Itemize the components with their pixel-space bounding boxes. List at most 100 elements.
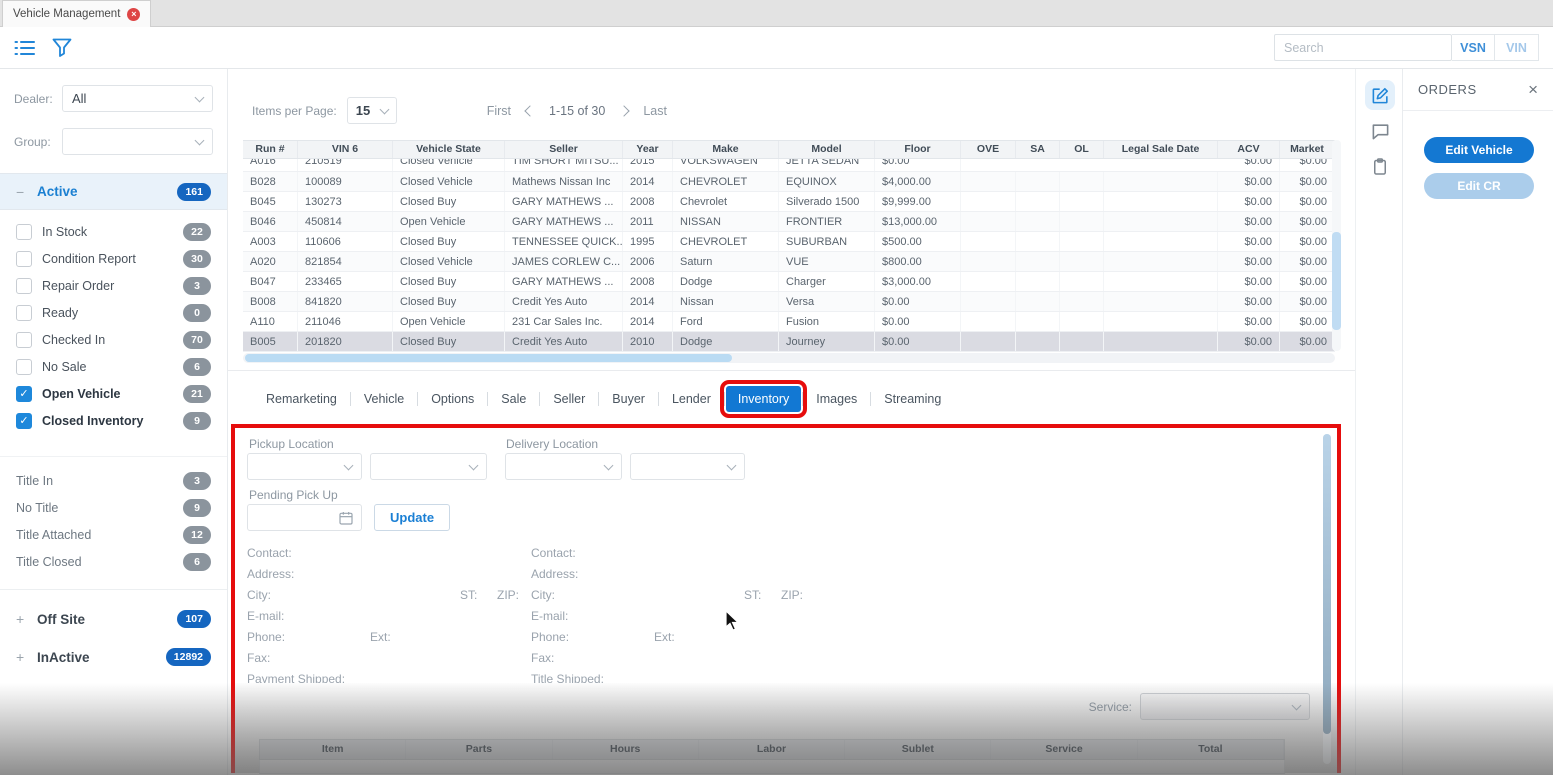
column-header-vehicle-state[interactable]: Vehicle State	[393, 141, 505, 158]
sidebar-item-ready[interactable]: Ready0	[0, 299, 227, 326]
delivery-location-select-2[interactable]	[630, 453, 745, 480]
close-icon[interactable]: ×	[1528, 81, 1538, 98]
chevron-right-icon[interactable]	[619, 105, 630, 116]
column-header-ove[interactable]: OVE	[961, 141, 1016, 158]
table-row[interactable]: A016210519Closed VehicleTIM SHORT MITSU.…	[243, 159, 1335, 172]
checkbox[interactable]: ✓	[16, 413, 32, 429]
table-row[interactable]: B045130273Closed BuyGARY MATHEWS ...2008…	[243, 192, 1335, 212]
scrollbar-thumb[interactable]	[1323, 434, 1331, 734]
sidebar-item-checked-in[interactable]: Checked In70	[0, 326, 227, 353]
filter-icon[interactable]	[52, 38, 72, 57]
sidebar-item-in-stock[interactable]: In Stock22	[0, 218, 227, 245]
search-input[interactable]	[1274, 34, 1452, 61]
tab-lender[interactable]: Lender	[660, 386, 723, 412]
checkbox[interactable]	[16, 251, 32, 267]
column-header-run[interactable]: Run #	[243, 141, 298, 158]
table-row[interactable]: B008841820Closed BuyCredit Yes Auto2014N…	[243, 292, 1335, 312]
tab-seller[interactable]: Seller	[541, 386, 597, 412]
update-button[interactable]: Update	[374, 504, 450, 531]
table-row[interactable]: A020821854Closed VehicleJAMES CORLEW C..…	[243, 252, 1335, 272]
pending-pickup-date-input[interactable]	[247, 504, 362, 531]
items-per-page-select[interactable]: 15	[347, 97, 397, 124]
browser-tab[interactable]: Vehicle Management ×	[2, 0, 151, 27]
table-cell	[1060, 212, 1104, 231]
checkbox[interactable]	[16, 332, 32, 348]
expand-icon[interactable]: +	[16, 649, 26, 665]
clipboard-icon[interactable]	[1365, 151, 1395, 181]
tab-images[interactable]: Images	[804, 386, 869, 412]
table-row[interactable]: B046450814Open VehicleGARY MATHEWS ...20…	[243, 212, 1335, 232]
tab-buyer[interactable]: Buyer	[600, 386, 657, 412]
scrollbar-thumb[interactable]	[1332, 232, 1341, 330]
delivery-location-select-1[interactable]	[505, 453, 622, 480]
chat-icon[interactable]	[1365, 116, 1395, 146]
edit-cr-button[interactable]: Edit CR	[1424, 173, 1534, 199]
list-view-icon[interactable]	[14, 39, 36, 57]
chevron-down-icon	[727, 460, 737, 470]
items-per-page-label: Items per Page:	[252, 104, 337, 118]
pagination-first[interactable]: First	[487, 104, 511, 118]
tab-close-icon[interactable]: ×	[127, 8, 140, 21]
scrollbar-thumb[interactable]	[245, 354, 732, 362]
table-row[interactable]: A110211046Open Vehicle231 Car Sales Inc.…	[243, 312, 1335, 332]
tab-streaming[interactable]: Streaming	[872, 386, 953, 412]
sidebar-item-title-closed[interactable]: Title Closed6	[0, 548, 227, 575]
table-cell: $0.00	[1280, 252, 1335, 271]
dealer-select[interactable]: All	[62, 85, 213, 112]
column-header-legal-sale-date[interactable]: Legal Sale Date	[1104, 141, 1218, 158]
checkbox[interactable]	[16, 359, 32, 375]
sidebar-item-closed-inventory[interactable]: ✓Closed Inventory9	[0, 407, 227, 434]
expand-icon[interactable]: +	[16, 611, 26, 627]
table-cell	[961, 272, 1016, 291]
table-row[interactable]: B005201820Closed BuyCredit Yes Auto2010D…	[243, 332, 1335, 352]
sidebar-item-open-vehicle[interactable]: ✓Open Vehicle21	[0, 380, 227, 407]
column-header-make[interactable]: Make	[673, 141, 779, 158]
edit-orders-icon[interactable]	[1365, 80, 1395, 110]
tab-remarketing[interactable]: Remarketing	[254, 386, 349, 412]
checkbox[interactable]	[16, 278, 32, 294]
service-select[interactable]	[1140, 693, 1310, 720]
column-header-acv[interactable]: ACV	[1218, 141, 1280, 158]
sidebar-item-title-attached[interactable]: Title Attached12	[0, 521, 227, 548]
count-badge: 9	[183, 412, 211, 430]
chevron-left-icon[interactable]	[524, 105, 535, 116]
column-header-floor[interactable]: Floor	[875, 141, 961, 158]
vin-button[interactable]: VIN	[1495, 35, 1538, 60]
table-horizontal-scrollbar[interactable]	[243, 353, 1335, 363]
sidebar-item-off-site[interactable]: +Off Site107	[0, 600, 227, 638]
column-header-sa[interactable]: SA	[1016, 141, 1060, 158]
sidebar-item-no-sale[interactable]: No Sale6	[0, 353, 227, 380]
table-row[interactable]: B047233465Closed BuyGARY MATHEWS ...2008…	[243, 272, 1335, 292]
sidebar-item-active[interactable]: − Active 161	[0, 173, 227, 210]
collapse-icon[interactable]: −	[16, 184, 26, 200]
tab-inventory[interactable]: Inventory	[726, 386, 801, 412]
panel-vertical-scrollbar[interactable]	[1323, 434, 1331, 764]
column-header-year[interactable]: Year	[623, 141, 673, 158]
sidebar-item-condition-report[interactable]: Condition Report30	[0, 245, 227, 272]
pagination-last[interactable]: Last	[643, 104, 667, 118]
sidebar-item-inactive[interactable]: +InActive12892	[0, 638, 227, 676]
table-vertical-scrollbar[interactable]	[1332, 140, 1341, 351]
column-header-ol[interactable]: OL	[1060, 141, 1104, 158]
checkbox[interactable]: ✓	[16, 386, 32, 402]
sidebar-item-title-in[interactable]: Title In3	[0, 467, 227, 494]
column-header-model[interactable]: Model	[779, 141, 875, 158]
vsn-button[interactable]: VSN	[1452, 35, 1495, 60]
tab-sale[interactable]: Sale	[489, 386, 538, 412]
pickup-location-select-1[interactable]	[247, 453, 362, 480]
tab-options[interactable]: Options	[419, 386, 486, 412]
pickup-location-select-2[interactable]	[370, 453, 487, 480]
table-row[interactable]: A003110606Closed BuyTENNESSEE QUICK...19…	[243, 232, 1335, 252]
sidebar-item-no-title[interactable]: No Title9	[0, 494, 227, 521]
column-header-market[interactable]: Market	[1280, 141, 1335, 158]
work-column-header-sublet: Sublet	[845, 740, 991, 759]
column-header-seller[interactable]: Seller	[505, 141, 623, 158]
tab-vehicle[interactable]: Vehicle	[352, 386, 416, 412]
checkbox[interactable]	[16, 305, 32, 321]
column-header-vin-6[interactable]: VIN 6	[298, 141, 393, 158]
table-row[interactable]: B028100089Closed VehicleMathews Nissan I…	[243, 172, 1335, 192]
edit-vehicle-button[interactable]: Edit Vehicle	[1424, 137, 1534, 163]
sidebar-item-repair-order[interactable]: Repair Order3	[0, 272, 227, 299]
group-select[interactable]	[62, 128, 213, 155]
checkbox[interactable]	[16, 224, 32, 240]
